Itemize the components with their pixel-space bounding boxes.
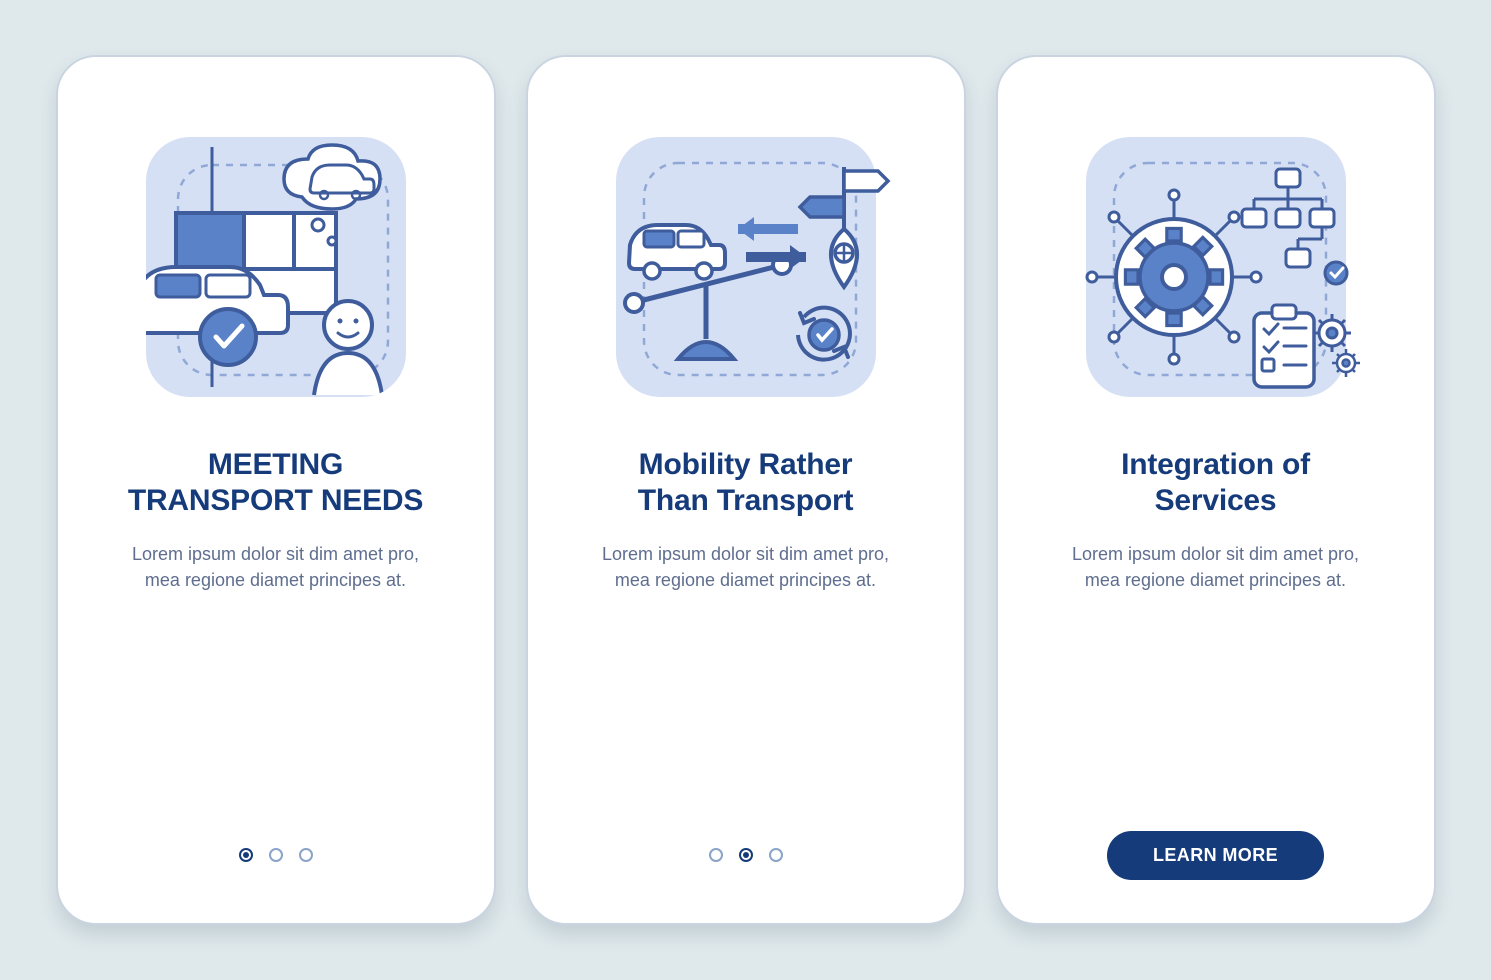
integration-icon: [1056, 107, 1376, 427]
onboarding-screen-3: Integration of Services Lorem ipsum dolo…: [996, 55, 1436, 925]
mobility-icon: [586, 107, 906, 427]
screen-description: Lorem ipsum dolor sit dim amet pro, mea …: [121, 541, 431, 593]
onboarding-screen-1: MEETING TRANSPORT NEEDS Lorem ipsum dolo…: [56, 55, 496, 925]
onboarding-screens-row: MEETING TRANSPORT NEEDS Lorem ipsum dolo…: [56, 55, 1436, 925]
screen-title: Integration of Services: [1121, 447, 1310, 519]
screen-title: Mobility Rather Than Transport: [638, 447, 854, 519]
screen-title: MEETING TRANSPORT NEEDS: [128, 447, 423, 519]
screen-description: Lorem ipsum dolor sit dim amet pro, mea …: [1061, 541, 1371, 593]
page-dot-1[interactable]: [239, 848, 253, 862]
page-dot-2[interactable]: [739, 848, 753, 862]
learn-more-button[interactable]: LEARN MORE: [1107, 831, 1324, 880]
onboarding-screen-2: Mobility Rather Than Transport Lorem ips…: [526, 55, 966, 925]
page-dot-3[interactable]: [299, 848, 313, 862]
pagination: [709, 827, 783, 883]
page-dot-1[interactable]: [709, 848, 723, 862]
screen-description: Lorem ipsum dolor sit dim amet pro, mea …: [591, 541, 901, 593]
page-dot-2[interactable]: [269, 848, 283, 862]
page-dot-3[interactable]: [769, 848, 783, 862]
transport-needs-icon: [116, 107, 436, 427]
pagination: [239, 827, 313, 883]
